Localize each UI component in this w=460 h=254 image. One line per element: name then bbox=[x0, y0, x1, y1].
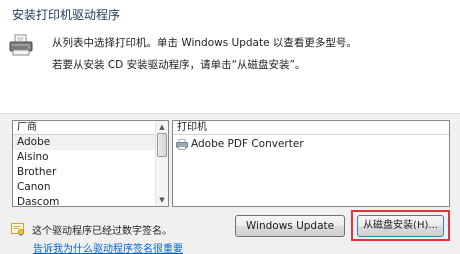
red-highlight-box bbox=[351, 210, 450, 241]
manufacturer-item-dascom[interactable]: Dascom bbox=[13, 195, 156, 206]
manufacturer-items: Adobe Aisino Brother Canon Dascom bbox=[13, 135, 156, 206]
manufacturer-column-header: 厂商 bbox=[13, 121, 168, 135]
scrollbar-thumb[interactable] bbox=[157, 133, 167, 157]
instruction-text-2: 若要从安装 CD 安装驱动程序，请单击“从磁盘安装”。 bbox=[52, 59, 306, 71]
scroll-down-arrow-icon[interactable]: ▼ bbox=[156, 194, 168, 206]
printer-column-header: 打印机 bbox=[173, 121, 449, 135]
signature-info-link[interactable]: 告诉我为什么驱动程序签名很重要 bbox=[33, 240, 183, 254]
manufacturer-item-aisino[interactable]: Aisino bbox=[13, 150, 156, 165]
manufacturer-item-brother[interactable]: Brother bbox=[13, 165, 156, 180]
scroll-up-arrow-icon[interactable]: ▲ bbox=[156, 121, 168, 133]
digital-signature-icon bbox=[11, 223, 24, 236]
manufacturer-item-adobe[interactable]: Adobe bbox=[13, 135, 156, 150]
manufacturer-scrollbar[interactable]: ▲ ▼ bbox=[155, 121, 168, 206]
printer-item-label: Adobe PDF Converter bbox=[191, 138, 304, 150]
windows-update-button[interactable]: Windows Update bbox=[235, 215, 345, 237]
printer-listbox[interactable]: 打印机 Adobe PDF Converter bbox=[172, 120, 450, 207]
manufacturer-listbox[interactable]: 厂商 Adobe Aisino Brother Canon Dascom ▲ ▼ bbox=[12, 120, 169, 207]
printer-icon bbox=[9, 34, 33, 56]
dialog-title: 安装打印机驱动程序 bbox=[12, 8, 121, 22]
printer-small-icon bbox=[176, 138, 188, 150]
printer-item-adobe-pdf[interactable]: Adobe PDF Converter bbox=[176, 137, 304, 151]
signature-status-text: 这个驱动程序已经过数字签名。 bbox=[32, 226, 172, 237]
manufacturer-item-canon[interactable]: Canon bbox=[13, 180, 156, 195]
instruction-text-1: 从列表中选择打印机。单击 Windows Update 以查看更多型号。 bbox=[52, 37, 357, 49]
